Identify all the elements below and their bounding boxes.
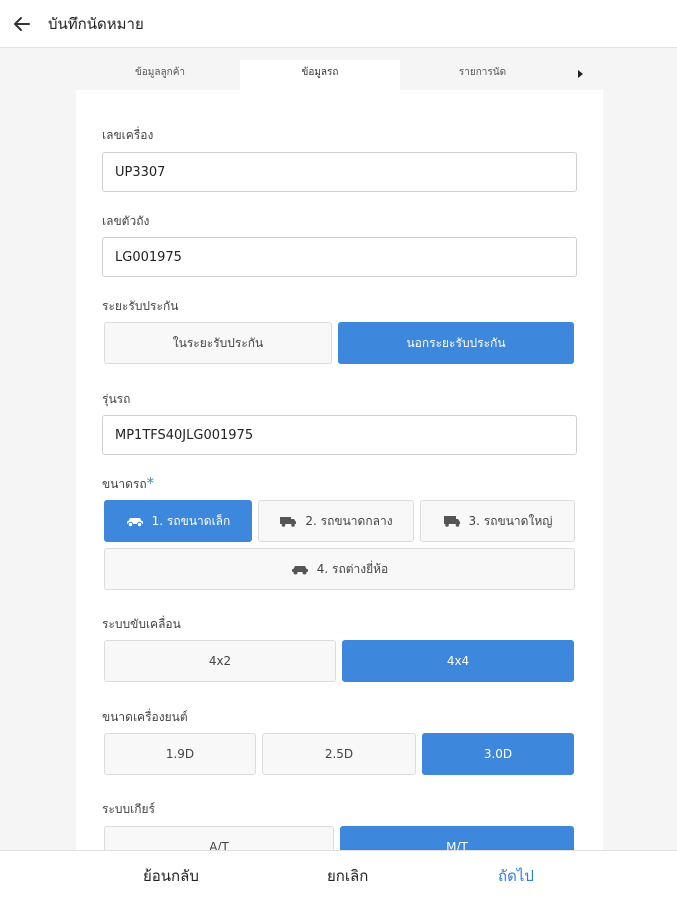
tab-bar: ข้อมูลลูกค้า ข้อมูลรถ รายการนัด bbox=[0, 48, 677, 90]
caret-right-icon[interactable] bbox=[575, 68, 585, 80]
bottom-action-bar: ย้อนกลับ ยกเลิก ถัดไป bbox=[0, 850, 677, 900]
engine-option-3-0d[interactable]: 3.0D bbox=[422, 733, 574, 775]
warranty-label: ระยะรับประกัน bbox=[102, 299, 179, 313]
engine-option-1-9d[interactable]: 1.9D bbox=[104, 733, 256, 775]
car-size-option-label: 2. รถขนาดกลาง bbox=[305, 513, 393, 528]
tab-car-info[interactable]: ข้อมูลรถ bbox=[240, 60, 400, 90]
machine-no-field[interactable] bbox=[102, 152, 577, 192]
engine-option-label: 3.0D bbox=[483, 747, 513, 761]
car-size-option-small[interactable]: 1. รถขนาดเล็ก bbox=[104, 500, 252, 542]
drive-option-label: 4x4 bbox=[446, 654, 470, 668]
engine-option-label: 1.9D bbox=[165, 747, 195, 761]
car-size-label-text: ขนาดรถ bbox=[102, 477, 147, 491]
gear-option-mt[interactable]: M/T bbox=[340, 826, 574, 850]
car-size-option-large[interactable]: 3. รถขนาดใหญ่ bbox=[420, 500, 575, 542]
car-small-icon bbox=[126, 518, 143, 527]
warranty-option-label: ในระยะรับประกัน bbox=[172, 335, 264, 350]
truck-large-icon bbox=[443, 516, 460, 527]
drive-option-label: 4x2 bbox=[208, 654, 232, 668]
arrow-left-icon[interactable] bbox=[12, 14, 32, 34]
truck-medium-icon bbox=[280, 517, 297, 527]
car-size-option-label: 3. รถขนาดใหญ่ bbox=[468, 513, 553, 528]
gear-option-at[interactable]: A/T bbox=[104, 826, 334, 850]
car-other-brand-icon bbox=[291, 566, 308, 575]
engine-label: ขนาดเครื่องยนต์ bbox=[102, 710, 188, 724]
warranty-option-out[interactable]: นอกระยะรับประกัน bbox=[338, 322, 574, 364]
back-button[interactable]: ย้อนกลับ bbox=[143, 866, 199, 886]
car-size-option-label: 1. รถขนาดเล็ก bbox=[151, 513, 231, 528]
required-mark: * bbox=[146, 474, 155, 492]
tab-appointment-list[interactable]: รายการนัด bbox=[400, 60, 565, 90]
page-title: บันทึกนัดหมาย bbox=[48, 15, 144, 33]
gear-option-label: A/T bbox=[209, 840, 229, 850]
drive-label: ระบบขับเคลื่อน bbox=[102, 617, 181, 631]
model-field[interactable] bbox=[102, 415, 577, 455]
cancel-button[interactable]: ยกเลิก bbox=[327, 866, 368, 886]
car-size-option-label: 4. รถต่างยี่ห้อ bbox=[316, 561, 389, 576]
next-button[interactable]: ถัดไป bbox=[498, 866, 534, 886]
chassis-no-label: เลขตัวถัง bbox=[102, 214, 150, 228]
car-info-form: เลขเครื่อง เลขตัวถัง ระยะรับประกัน ในระย… bbox=[76, 90, 603, 850]
model-label: รุ่นรถ bbox=[102, 392, 131, 406]
engine-option-label: 2.5D bbox=[324, 747, 354, 761]
warranty-option-in[interactable]: ในระยะรับประกัน bbox=[104, 322, 332, 364]
warranty-option-label: นอกระยะรับประกัน bbox=[406, 335, 506, 350]
gear-option-label: M/T bbox=[446, 840, 468, 850]
drive-option-4x4[interactable]: 4x4 bbox=[342, 640, 574, 682]
machine-no-label: เลขเครื่อง bbox=[102, 128, 154, 142]
chassis-no-field[interactable] bbox=[102, 237, 577, 277]
engine-option-2-5d[interactable]: 2.5D bbox=[262, 733, 416, 775]
gear-label: ระบบเกียร์ bbox=[102, 802, 155, 816]
drive-option-4x2[interactable]: 4x2 bbox=[104, 640, 336, 682]
app-bar: บันทึกนัดหมาย bbox=[0, 0, 677, 48]
car-size-option-other-brand[interactable]: 4. รถต่างยี่ห้อ bbox=[104, 548, 575, 590]
tab-customer-info[interactable]: ข้อมูลลูกค้า bbox=[80, 60, 240, 90]
car-size-label: ขนาดรถ* bbox=[102, 474, 155, 492]
car-size-option-medium[interactable]: 2. รถขนาดกลาง bbox=[258, 500, 414, 542]
